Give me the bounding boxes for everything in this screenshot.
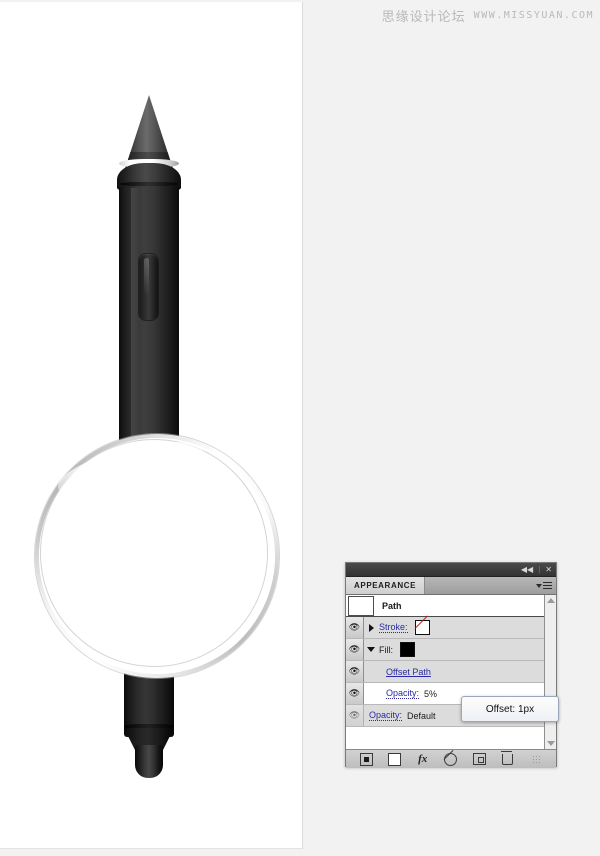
- add-new-fill-button[interactable]: [385, 752, 403, 766]
- tab-appearance[interactable]: APPEARANCE: [346, 577, 426, 594]
- close-icon[interactable]: ✕: [545, 565, 552, 574]
- eye-icon: 👁: [348, 710, 361, 720]
- fill-label[interactable]: Fill:: [379, 645, 393, 655]
- appearance-list: Path 👁 Stroke: 👁 Fill: 👁 Offset Path 👁 O…: [346, 595, 559, 749]
- watermark-chinese-text: 思缘设计论坛: [381, 10, 466, 25]
- hamburger-icon: [543, 581, 552, 590]
- delete-item-button[interactable]: [499, 750, 517, 766]
- new-fill-icon: [387, 752, 401, 766]
- appearance-row-fill[interactable]: 👁 Fill:: [346, 639, 544, 661]
- artboard-canvas[interactable]: [0, 2, 303, 849]
- visibility-toggle-fill[interactable]: 👁: [346, 639, 364, 660]
- tab-appearance-label: APPEARANCE: [354, 581, 417, 590]
- opacity-fill-label[interactable]: Opacity:: [386, 688, 420, 699]
- resize-grip[interactable]: [527, 752, 545, 766]
- stylus-pen-illustration: [0, 2, 302, 848]
- path-thumbnail: [348, 595, 374, 616]
- appearance-rows: Path 👁 Stroke: 👁 Fill: 👁 Offset Path 👁 O…: [346, 595, 544, 749]
- visibility-toggle-stroke[interactable]: 👁: [346, 617, 364, 638]
- pen-barrel: [119, 186, 179, 456]
- duplicate-icon: [472, 753, 486, 765]
- titlebar-separator: |: [538, 565, 541, 574]
- trash-icon: [501, 750, 514, 765]
- appearance-scrollbar[interactable]: [544, 595, 556, 749]
- appearance-row-offset-path[interactable]: 👁 Offset Path: [346, 661, 544, 683]
- tabbar-filler: [425, 577, 532, 594]
- disclosure-triangle-fill[interactable]: [367, 647, 375, 652]
- watermark-url-text: WWW.MISSYUAN.COM: [473, 10, 594, 21]
- clear-appearance-icon: [444, 752, 458, 766]
- opacity-fill-value: 5%: [424, 688, 438, 699]
- scroll-down-arrow-icon[interactable]: [546, 741, 555, 746]
- pen-side-button-highlight: [144, 258, 149, 296]
- watermark: 思缘设计论坛 WWW.MISSYUAN.COM: [382, 6, 594, 25]
- appearance-panel[interactable]: ◀◀ | ✕ APPEARANCE Path 👁 Stroke: 👁 Fill:…: [345, 562, 559, 768]
- page-title: Path: [382, 600, 402, 611]
- chevron-down-icon: [367, 647, 375, 652]
- visibility-toggle-offset-path[interactable]: 👁: [346, 661, 364, 682]
- stroke-label[interactable]: Stroke:: [379, 622, 408, 633]
- stroke-color-swatch-none[interactable]: [414, 620, 430, 635]
- appearance-panel-footer: fx: [346, 749, 556, 768]
- chevron-right-icon: [368, 623, 374, 632]
- pen-barrel-highlight: [131, 188, 140, 454]
- fill-color-swatch-black[interactable]: [400, 642, 415, 657]
- resize-grip-icon: [531, 755, 540, 763]
- collapse-panel-icon[interactable]: ◀◀: [521, 565, 533, 574]
- duplicate-item-button[interactable]: [470, 752, 488, 766]
- new-stroke-icon: [359, 752, 373, 766]
- visibility-toggle-opacity-fill[interactable]: 👁: [346, 683, 364, 704]
- clear-appearance-button[interactable]: [442, 752, 460, 766]
- offset-tooltip-text: Offset: 1px: [485, 703, 535, 715]
- panel-titlebar[interactable]: ◀◀ | ✕: [346, 563, 556, 577]
- visibility-toggle-opacity-object[interactable]: 👁: [346, 705, 364, 726]
- scroll-up-arrow-icon[interactable]: [546, 598, 555, 603]
- eye-icon: 👁: [348, 622, 361, 632]
- appearance-header-row[interactable]: Path: [346, 595, 544, 617]
- add-effect-button[interactable]: fx: [414, 752, 432, 766]
- fx-icon: fx: [418, 752, 428, 765]
- add-new-stroke-button[interactable]: [357, 752, 375, 766]
- eye-icon: 👁: [348, 666, 361, 676]
- eye-icon: 👁: [348, 688, 361, 698]
- disclosure-triangle-stroke[interactable]: [367, 623, 375, 632]
- magnifying-lens-inner-ring: [40, 439, 268, 667]
- opacity-object-value: Default: [407, 710, 436, 721]
- offset-tooltip: Offset: 1px: [461, 696, 559, 722]
- appearance-row-stroke[interactable]: 👁 Stroke:: [346, 617, 544, 639]
- pen-nib: [135, 745, 163, 778]
- eye-icon: 👁: [348, 644, 361, 654]
- offset-path-label[interactable]: Offset Path: [386, 667, 431, 677]
- opacity-object-label[interactable]: Opacity:: [369, 710, 403, 721]
- chevron-down-icon: [536, 583, 542, 588]
- panel-tabbar: APPEARANCE: [346, 577, 556, 595]
- panel-menu-icon[interactable]: [532, 577, 556, 594]
